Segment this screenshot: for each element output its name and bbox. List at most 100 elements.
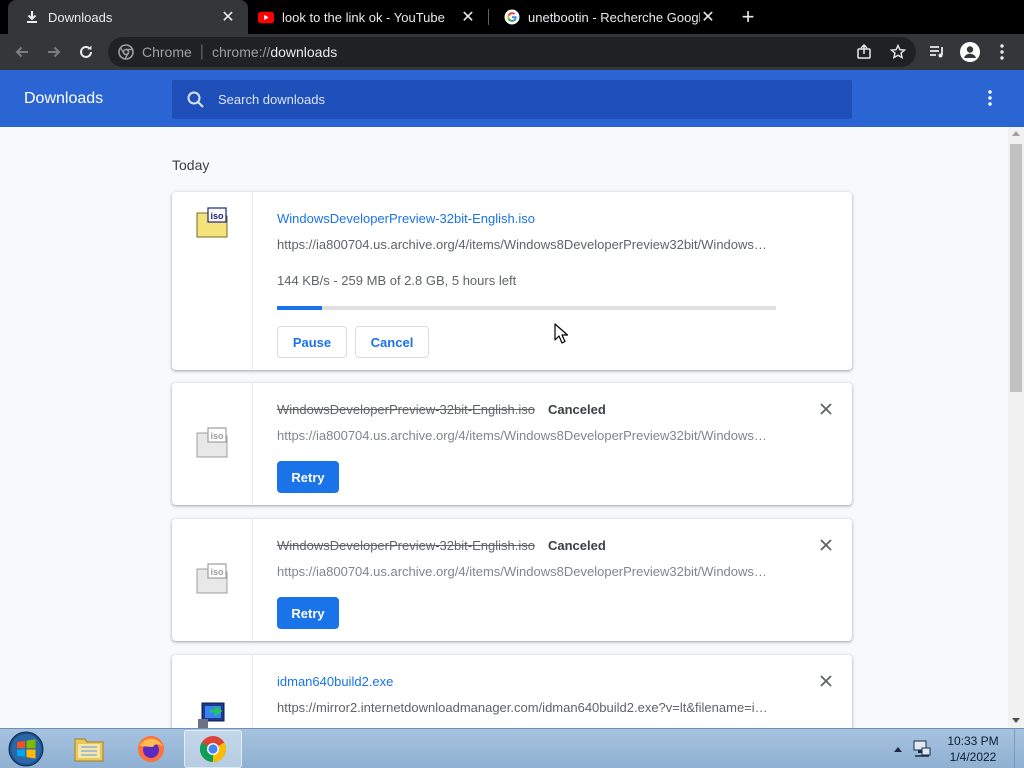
scroll-up-arrow-icon[interactable] — [1012, 131, 1020, 136]
playlist-icon — [930, 46, 943, 58]
reload-button[interactable] — [72, 38, 100, 66]
tab-title: unetbootin - Recherche Google — [528, 9, 700, 25]
toolbar: Chrome | chrome://downloads — [0, 34, 1024, 70]
tray-expand-arrow[interactable] — [892, 743, 904, 755]
youtube-icon — [258, 9, 274, 25]
taskbar-file-explorer[interactable] — [60, 730, 118, 768]
remove-item-button[interactable] — [816, 671, 836, 691]
forward-button[interactable] — [40, 38, 68, 66]
tab-youtube[interactable]: look to the link ok - YouTube ✕ — [248, 0, 488, 34]
file-url[interactable]: https://ia800704.us.archive.org/4/items/… — [277, 237, 774, 252]
system-clock[interactable]: 10:33 PM 1/4/2022 — [940, 733, 1006, 765]
arrow-left-icon — [15, 46, 28, 58]
date-heading: Today — [172, 157, 210, 173]
downloads-list: Today iso WindowsDeveloperPreview-32bit-… — [0, 127, 1008, 728]
taskbar-firefox[interactable] — [122, 730, 180, 768]
bookmark-button[interactable] — [886, 37, 910, 67]
chevron-up-icon — [894, 747, 902, 752]
star-icon — [890, 44, 906, 59]
retry-button[interactable]: Retry — [277, 597, 339, 629]
file-icon-column: iso — [172, 519, 253, 641]
status-canceled: Canceled — [548, 402, 606, 417]
scroll-down-arrow-icon[interactable] — [1012, 718, 1020, 723]
file-icon-column: iso — [172, 192, 253, 370]
arrow-right-icon — [48, 46, 61, 58]
iso-file-icon: iso — [196, 207, 228, 238]
start-button[interactable] — [6, 730, 46, 768]
file-url[interactable]: https://mirror2.internetdownloadmanager.… — [277, 700, 774, 715]
close-icon — [820, 675, 832, 687]
omnibox-host: downloads — [270, 44, 338, 60]
close-icon[interactable]: ✕ — [700, 9, 716, 26]
remove-item-button[interactable] — [816, 535, 836, 555]
omnibox-scheme: chrome:// — [211, 44, 271, 60]
folder-icon — [74, 738, 104, 762]
show-desktop-button[interactable] — [1014, 729, 1024, 768]
close-icon[interactable]: ✕ — [460, 9, 476, 26]
cancel-button[interactable]: Cancel — [355, 326, 429, 358]
firefox-icon — [138, 736, 164, 762]
file-icon-column — [172, 655, 253, 728]
download-icon — [24, 9, 40, 25]
progress-bar — [277, 306, 776, 310]
page-scrollbar[interactable] — [1008, 127, 1024, 728]
download-item: iso WindowsDeveloperPreview-32bit-Englis… — [172, 192, 852, 370]
tab-title: look to the link ok - YouTube — [282, 9, 445, 25]
file-name-link: WindowsDeveloperPreview-32bit-English.is… — [277, 538, 535, 553]
profile-button[interactable] — [956, 38, 984, 66]
downloads-menu-button[interactable] — [978, 86, 1002, 110]
iso-file-icon: iso — [196, 563, 228, 594]
clock-time: 10:33 PM — [947, 734, 999, 748]
chrome-icon — [199, 736, 227, 763]
chrome-icon — [118, 44, 134, 60]
svg-text:iso: iso — [210, 567, 224, 577]
google-icon — [504, 9, 520, 25]
close-icon[interactable]: ✕ — [220, 9, 236, 26]
search-icon — [187, 91, 204, 108]
file-url[interactable]: https://ia800704.us.archive.org/4/items/… — [277, 428, 774, 443]
file-name-link[interactable]: WindowsDeveloperPreview-32bit-English.is… — [277, 211, 535, 226]
file-name-link[interactable]: idman640build2.exe — [277, 674, 393, 689]
share-button[interactable] — [852, 37, 876, 67]
retry-button[interactable]: Retry — [277, 461, 339, 493]
address-bar[interactable]: Chrome | chrome://downloads — [108, 37, 916, 67]
tab-strip: Downloads ✕ look to the link ok - YouTub… — [0, 0, 1024, 34]
download-item: iso WindowsDeveloperPreview-32bit-Englis… — [172, 383, 852, 505]
close-icon — [820, 403, 832, 415]
avatar-icon — [960, 42, 980, 62]
more-vert-icon — [1000, 44, 1004, 60]
chrome-menu-button[interactable] — [988, 38, 1016, 66]
scroll-thumb[interactable] — [1010, 144, 1022, 392]
network-icon[interactable] — [912, 739, 932, 759]
taskbar-chrome[interactable] — [184, 730, 242, 768]
close-icon — [820, 539, 832, 551]
file-url[interactable]: https://ia800704.us.archive.org/4/items/… — [277, 564, 774, 579]
pause-button[interactable]: Pause — [277, 326, 347, 358]
clock-date: 1/4/2022 — [949, 750, 997, 764]
tab-downloads[interactable]: Downloads ✕ — [8, 0, 248, 34]
remove-item-button[interactable] — [816, 399, 836, 419]
windows-logo-icon — [8, 731, 44, 767]
progress-fill — [277, 306, 322, 310]
progress-text: 144 KB/s - 259 MB of 2.8 GB, 5 hours lef… — [277, 273, 517, 288]
download-item: idman640build2.exe https://mirror2.inter… — [172, 655, 852, 728]
installer-icon — [198, 702, 225, 728]
omnibox-url: chrome://downloads — [212, 44, 337, 60]
tab-google[interactable]: unetbootin - Recherche Google ✕ — [488, 0, 728, 34]
more-vert-icon — [988, 90, 992, 106]
mouse-cursor-icon — [554, 323, 568, 344]
tab-title: Downloads — [48, 9, 113, 25]
omnibox-divider: | — [199, 43, 204, 60]
new-tab-button[interactable]: + — [736, 4, 760, 29]
status-canceled: Canceled — [548, 538, 606, 553]
share-icon — [857, 44, 871, 59]
iso-file-icon: iso — [196, 427, 228, 458]
windows-taskbar: 10:33 PM 1/4/2022 — [0, 728, 1024, 768]
back-button[interactable] — [8, 38, 36, 66]
reload-icon — [80, 45, 92, 58]
search-downloads-field[interactable]: Search downloads — [172, 80, 852, 119]
download-item: iso WindowsDeveloperPreview-32bit-Englis… — [172, 519, 852, 641]
search-input[interactable]: Search downloads — [218, 92, 325, 107]
page-title: Downloads — [24, 90, 104, 107]
media-control-button[interactable] — [923, 38, 951, 66]
